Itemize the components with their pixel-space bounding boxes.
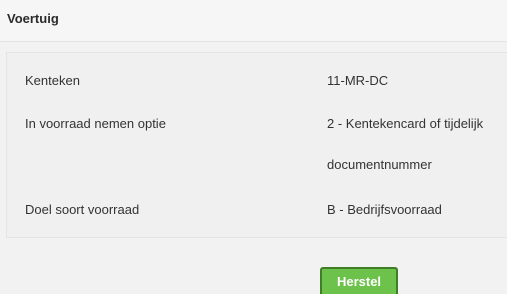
herstel-button[interactable]: Herstel <box>320 267 398 294</box>
vehicle-details-panel: Kenteken 11-MR-DC In voorraad nemen opti… <box>6 52 507 238</box>
kenteken-label: Kenteken <box>25 73 80 88</box>
kenteken-value: 11-MR-DC <box>327 73 389 88</box>
voorraad-optie-label: In voorraad nemen optie <box>25 116 166 131</box>
doel-soort-value: B - Bedrijfsvoorraad <box>327 202 442 217</box>
voorraad-optie-value-cont: documentnummer <box>327 157 432 172</box>
voorraad-optie-value: 2 - Kentekencard of tijdelijk <box>327 116 484 131</box>
doel-soort-label: Doel soort voorraad <box>25 202 140 217</box>
section-title: Voertuig <box>7 11 59 26</box>
section-header: Voertuig <box>0 0 507 42</box>
